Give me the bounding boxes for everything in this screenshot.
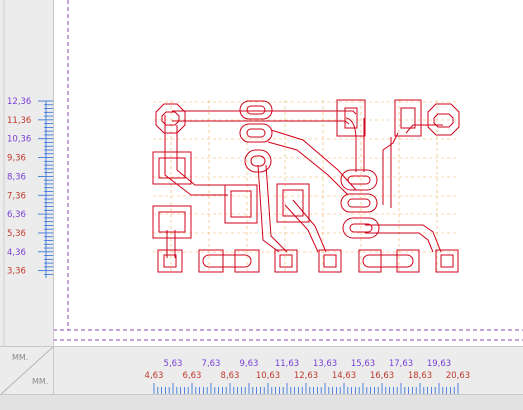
vertical-ruler-label: 6,36 [7,210,26,220]
oval-pad [340,193,378,213]
square-pad [358,249,382,273]
horizontal-ruler-label: 16,63 [370,371,394,381]
pcb-editor: 12,36 11,36 10,36 9,36 8,36 7,36 6,36 5,36 4,36 3… [0,0,523,410]
horizontal-ruler-label: 19,63 [427,359,451,369]
vertical-ruler-label: 10,36 [7,135,31,145]
square-pad [274,249,298,273]
octagon-pad [155,103,186,134]
horizontal-ruler[interactable]: 4,63 6,63 8,63 10,63 12,63 14,63 16,63 18,63 20,… [53,346,523,395]
horizontal-ruler-label: 4,63 [145,371,164,381]
status-bar [0,394,523,410]
oval-pad [362,254,414,268]
horizontal-ruler-label: 13,63 [313,359,337,369]
vertical-ruler-label: 5,36 [7,229,26,239]
horizontal-ruler-label: 15,63 [351,359,375,369]
horizontal-ruler-label: 6,63 [183,371,202,381]
vertical-ruler-label: 3,36 [7,267,26,277]
horizontal-ruler-label: 10,63 [256,371,280,381]
vertical-ruler-scale: 12,36 11,36 10,36 9,36 8,36 7,36 6,36 5,36 4,36 3… [3,0,53,346]
square-pad [318,249,342,273]
vertical-ruler-label: 12,36 [7,97,31,107]
horizontal-ruler-label: 8,63 [221,371,240,381]
ruler-corner: MM. MM. [0,346,54,396]
square-pad [435,249,459,273]
vertical-unit-label: MM. [12,353,29,362]
vertical-ruler-ticks [38,100,53,278]
oval-pad [239,100,273,120]
vertical-ruler-label: 9,36 [7,154,26,164]
vertical-ruler-label: 8,36 [7,172,26,182]
oval-pad [202,254,252,268]
horizontal-ruler-label: 11,63 [275,359,299,369]
square-pad [396,249,420,273]
vertical-ruler-label: 11,36 [7,116,31,126]
horizontal-ruler-label: 5,63 [164,359,183,369]
vertical-ruler[interactable]: 12,36 11,36 10,36 9,36 8,36 7,36 6,36 5,36 4,36 3… [0,0,54,346]
vertical-ruler-label: 7,36 [7,191,26,201]
horizontal-ruler-label: 9,63 [240,359,259,369]
pcb-canvas[interactable] [53,0,523,346]
horizontal-ruler-label: 18,63 [408,371,432,381]
horizontal-ruler-scale: 4,63 6,63 8,63 10,63 12,63 14,63 16,63 18,63 20,… [145,359,470,395]
square-pad [157,249,183,273]
horizontal-ruler-label: 20,63 [446,371,470,381]
horizontal-ruler-label: 17,63 [389,359,413,369]
horizontal-ruler-label: 12,63 [294,371,318,381]
pcb-pads [152,99,460,273]
pcb-layout-drawing [53,0,523,341]
vertical-ruler-label: 4,36 [7,248,26,258]
octagon-pad [427,103,460,136]
horizontal-ruler-label: 14,63 [332,371,356,381]
horizontal-unit-label: MM. [32,377,49,386]
horizontal-ruler-label: 7,63 [202,359,221,369]
